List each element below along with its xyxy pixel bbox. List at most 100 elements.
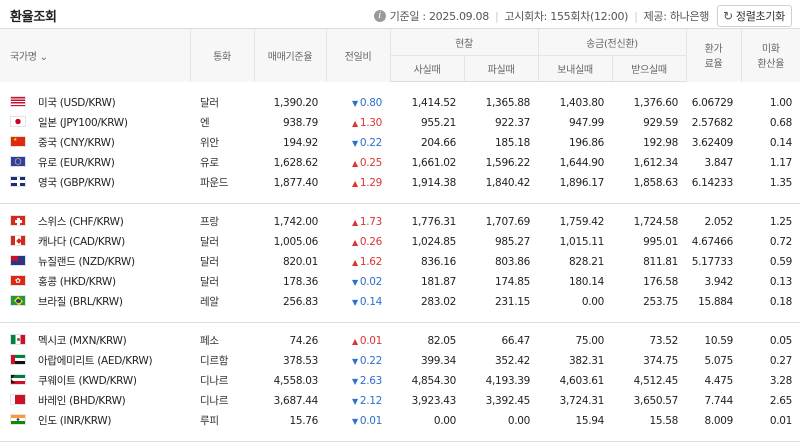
country-cell[interactable]: ★ 중국 (CNY/KRW)	[0, 133, 190, 153]
cash-sell-rate: 1,707.69	[485, 215, 531, 228]
us-flag	[10, 96, 26, 107]
table-row[interactable]: 일본 (JPY100/KRW) 엔 938.79 ▲ 1.30 955.21 922.37 9…	[0, 113, 800, 133]
cash-buy-rate: 955.21	[421, 116, 456, 129]
cash-buy-rate: 1,914.38	[411, 176, 457, 189]
country-name[interactable]: 미국 (USD/KRW)	[38, 97, 116, 109]
change-value: ▼ 0.14	[326, 292, 390, 312]
currency-unit: 달러	[200, 97, 219, 109]
country-name[interactable]: 홍콩 (HKD/KRW)	[38, 276, 116, 288]
change-value: ▼ 0.01	[326, 411, 390, 431]
triangle-down-icon: ▼	[351, 138, 358, 148]
change-amount: 2.12	[359, 394, 382, 407]
jp-flag	[10, 116, 26, 127]
exchange-commission-rate: 2.052	[704, 215, 734, 228]
cash-sell-rate: 352.42	[495, 354, 530, 367]
table-row[interactable]: ✿ 홍콩 (HKD/KRW) 달러 178.36 ▼ 0.02 181.87 174.85 18…	[0, 272, 800, 292]
usd-conversion-column-header[interactable]: 미화 환산율	[740, 28, 800, 82]
table-row[interactable]: 미국 (USD/KRW) 달러 1,390.20 ▼ 0.80 1,414.52 1,365…	[0, 93, 800, 113]
country-cell[interactable]: 일본 (JPY100/KRW)	[0, 113, 190, 133]
table-row[interactable]: 바레인 (BHD/KRW) 디나르 3,687.44 ▼ 2.12 3,923.43 3,3…	[0, 391, 800, 411]
country-cell[interactable]: 유로 (EUR/KRW)	[0, 153, 190, 173]
country-column-header[interactable]: 국가명 ⌄	[0, 28, 190, 82]
country-name[interactable]: 스위스 (CHF/KRW)	[38, 216, 124, 228]
country-cell[interactable]: 브라질 (BRL/KRW)	[0, 292, 190, 312]
wire-send-column-header[interactable]: 보내실때	[537, 55, 612, 82]
cash-buy-column-header[interactable]: 사실때	[389, 55, 464, 82]
exchange-commission-rate: 10.59	[704, 334, 734, 347]
country-name[interactable]: 뉴질랜드 (NZD/KRW)	[38, 256, 135, 268]
table-row[interactable]: 영국 (GBP/KRW) 파운드 1,877.40 ▲ 1.29 1,914.38 1,84…	[0, 173, 800, 193]
country-name[interactable]: 영국 (GBP/KRW)	[38, 177, 115, 189]
country-name[interactable]: 쿠웨이트 (KWD/KRW)	[38, 375, 137, 387]
change-value: ▼ 0.80	[326, 93, 390, 113]
table-row[interactable]: 쿠웨이트 (KWD/KRW) 디나르 4,558.03 ▼ 2.63 4,854.30 4,…	[0, 371, 800, 391]
table-row[interactable]: 뉴질랜드 (NZD/KRW) 달러 820.01 ▲ 1.62 836.16 803.86 8…	[0, 252, 800, 272]
change-amount: 0.80	[359, 96, 382, 109]
sort-reset-button[interactable]: ↻ 정렬초기화	[717, 5, 792, 27]
nz-flag	[10, 255, 26, 266]
wire-send-rate: 1,759.42	[559, 215, 605, 228]
table-row[interactable]: ★ 중국 (CNY/KRW) 위안 194.92 ▼ 0.22 204.66 185.18 19…	[0, 133, 800, 153]
triangle-up-icon: ▲	[351, 237, 358, 247]
country-name[interactable]: 인도 (INR/KRW)	[38, 415, 111, 427]
table-top-gap	[0, 82, 800, 93]
notice-round: 고시회차: 155회차(12:00)	[504, 10, 629, 23]
country-name[interactable]: 유로 (EUR/KRW)	[38, 157, 115, 169]
country-name[interactable]: 멕시코 (MXN/KRW)	[38, 335, 127, 347]
country-cell[interactable]: 아랍에미리트 (AED/KRW)	[0, 351, 190, 371]
triangle-down-icon: ▼	[351, 277, 358, 287]
currency-column-header[interactable]: 통화	[189, 28, 254, 82]
table-row[interactable]: 멕시코 (MXN/KRW) 페소 74.26 ▲ 0.01 82.05 66.47 75.00…	[0, 331, 800, 351]
change-value: ▲ 0.25	[326, 153, 390, 173]
country-name[interactable]: 캐나다 (CAD/KRW)	[38, 236, 125, 248]
table-row[interactable]: 유로 (EUR/KRW) 유로 1,628.62 ▲ 0.25 1,661.02 1,596…	[0, 153, 800, 173]
exchange-commission-column-header[interactable]: 환가 료율	[685, 28, 742, 82]
base-rate: 1,390.20	[273, 96, 319, 109]
country-cell[interactable]: 영국 (GBP/KRW)	[0, 173, 190, 193]
exchange-commission-rate: 5.17733	[691, 255, 734, 268]
wire-receive-rate: 929.59	[643, 116, 679, 129]
country-name[interactable]: 일본 (JPY100/KRW)	[38, 117, 128, 129]
cash-sell-column-header[interactable]: 파실때	[463, 55, 538, 82]
country-cell[interactable]: 스위스 (CHF/KRW)	[0, 212, 190, 232]
exchange-rate-table: 국가명 ⌄ 통화 매매기준율 전일비 현찰 송금(전신환) 환가 료율 미화 환산율…	[0, 28, 800, 446]
table-row[interactable]: 인도 (INR/KRW) 루피 15.76 ▼ 0.01 0.00 0.00 15.94 15.…	[0, 411, 800, 431]
group-divider-cell	[0, 322, 800, 331]
country-cell[interactable]: 바레인 (BHD/KRW)	[0, 391, 190, 411]
change-value: ▼ 0.02	[326, 272, 390, 292]
base-rate-column-header[interactable]: 매매기준율	[253, 28, 326, 82]
ca-flag	[10, 235, 26, 246]
country-cell[interactable]: 쿠웨이트 (KWD/KRW)	[0, 371, 190, 391]
change-column-header[interactable]: 전일비	[325, 28, 390, 82]
cash-sell-rate: 3,392.45	[485, 394, 531, 407]
usd-conversion-rate: 1.17	[769, 156, 793, 169]
country-cell[interactable]: 멕시코 (MXN/KRW)	[0, 331, 190, 351]
country-cell[interactable]: 뉴질랜드 (NZD/KRW)	[0, 252, 190, 272]
country-cell[interactable]: 인도 (INR/KRW)	[0, 411, 190, 431]
table-row[interactable]: 스위스 (CHF/KRW) 프랑 1,742.00 ▲ 1.73 1,776.31 1,70…	[0, 212, 800, 232]
currency-unit: 루피	[200, 415, 219, 427]
ch-flag	[10, 215, 26, 226]
country-name[interactable]: 중국 (CNY/KRW)	[38, 137, 115, 149]
wire-receive-column-header[interactable]: 받으실때	[611, 55, 687, 82]
ae-flag	[10, 354, 26, 365]
usd-conversion-rate: 1.00	[769, 96, 793, 109]
usd-conversion-rate: 3.28	[769, 374, 793, 387]
sort-reset-label: 정렬초기화	[735, 10, 785, 23]
meta-divider: |	[634, 9, 638, 23]
table-row[interactable]: 캐나다 (CAD/KRW) 달러 1,005.06 ▲ 0.26 1,024.85 985.…	[0, 232, 800, 252]
info-icon[interactable]: i	[373, 10, 386, 22]
base-rate: 820.01	[283, 255, 318, 268]
country-cell[interactable]: 캐나다 (CAD/KRW)	[0, 232, 190, 252]
country-cell[interactable]: 미국 (USD/KRW)	[0, 93, 190, 113]
country-name[interactable]: 아랍에미리트 (AED/KRW)	[38, 355, 153, 367]
country-name[interactable]: 바레인 (BHD/KRW)	[38, 395, 126, 407]
cash-buy-rate: 4,854.30	[411, 374, 457, 387]
cash-buy-rate: 181.87	[421, 275, 456, 288]
country-cell[interactable]: ✿ 홍콩 (HKD/KRW)	[0, 272, 190, 292]
table-row[interactable]: 아랍에미리트 (AED/KRW) 디르함 378.53 ▼ 0.22 399.34 352.…	[0, 351, 800, 371]
cash-group-header: 현찰	[389, 28, 538, 56]
currency-unit: 달러	[200, 256, 219, 268]
country-name[interactable]: 브라질 (BRL/KRW)	[38, 296, 123, 308]
table-row[interactable]: 브라질 (BRL/KRW) 레알 256.83 ▼ 0.14 283.02 231.15 0.…	[0, 292, 800, 312]
